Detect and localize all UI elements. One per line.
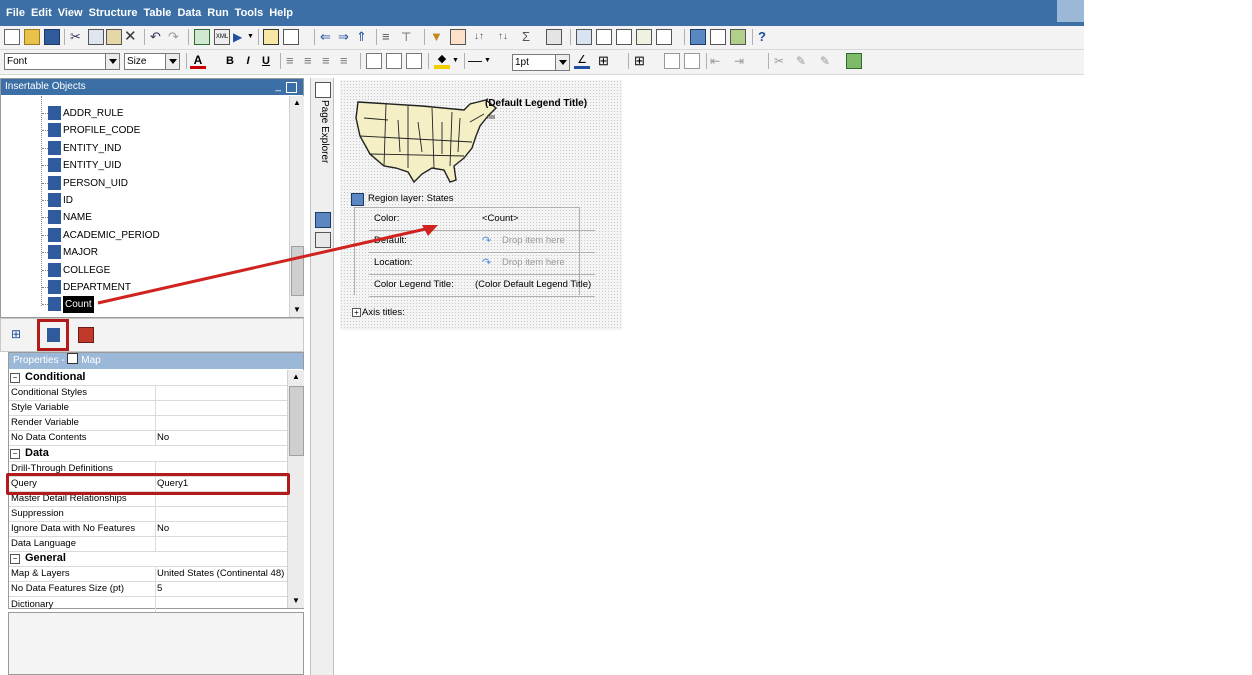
annotation-arrow: [97, 225, 438, 305]
